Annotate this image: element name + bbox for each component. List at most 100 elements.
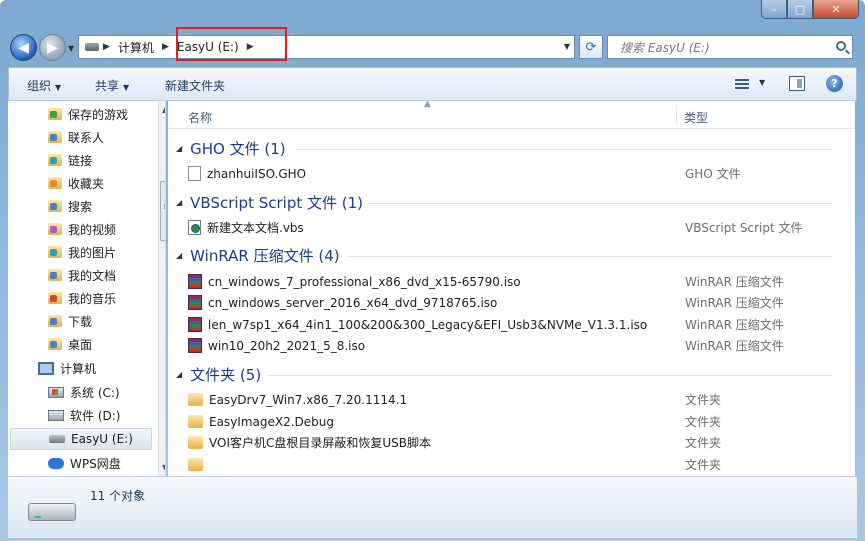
minimize-button[interactable]: –: [761, 0, 787, 19]
new-folder-button[interactable]: 新建文件夹: [165, 77, 225, 94]
collapse-arrow-icon[interactable]: ◢: [176, 144, 182, 153]
sidebar-item-drive-c[interactable]: 系统 (C:): [48, 381, 120, 403]
details-pane: 11 个对象: [8, 476, 857, 538]
file-type: VBScript Script 文件: [685, 221, 803, 235]
sidebar-item-label: 收藏夹: [68, 176, 105, 191]
vbscript-file-icon: [188, 220, 201, 235]
navigation-scrollbar[interactable]: ▲ ▼: [158, 101, 165, 476]
sidebar-item-drive-d[interactable]: 软件 (D:): [48, 404, 120, 426]
forward-button[interactable]: ▶: [39, 34, 66, 61]
sidebar-item-videos[interactable]: 我的视频: [48, 218, 116, 240]
sidebar-item-label: 保存的游戏: [68, 107, 129, 122]
sidebar-item-pictures[interactable]: 我的图片: [48, 241, 116, 263]
sidebar-item-desktop[interactable]: 桌面: [48, 333, 92, 355]
sidebar-item-label: 我的图片: [68, 245, 117, 260]
column-divider[interactable]: [676, 105, 677, 125]
scrollbar-thumb[interactable]: [160, 181, 165, 241]
navigation-pane: 保存的游戏 联系人 链接 收藏夹 搜索 我的视频 我的图片 我的文档 我的音乐 …: [8, 101, 166, 476]
sidebar-item-label: 我的视频: [68, 222, 117, 237]
folder-music-icon: [48, 292, 62, 304]
file-type: 文件夹: [685, 393, 722, 407]
explorer-window: – □ ✕ ◀ ▶ ▼ ▶ 计算机 ▶ EasyU (E:) ▶ ▼ ⟳ 搜索 …: [0, 0, 865, 541]
group-title: 文件夹 (5): [190, 365, 262, 384]
collapse-arrow-icon[interactable]: ◢: [176, 370, 182, 379]
group-title: WinRAR 压缩文件 (4): [190, 246, 340, 265]
computer-icon: [38, 361, 54, 375]
chevron-right-icon[interactable]: ▶: [99, 42, 114, 52]
cloud-drive-icon: [48, 457, 64, 469]
file-row[interactable]: win10_20h2_2021_5_8.iso WinRAR 压缩文件: [188, 335, 833, 356]
folder-icon: [188, 393, 203, 406]
file-row[interactable]: zhanhuiISO.GHO GHO 文件: [188, 163, 833, 184]
group-title: VBScript Script 文件 (1): [190, 193, 364, 212]
view-list-icon[interactable]: [735, 77, 749, 91]
share-menu[interactable]: 共享 ▼: [95, 77, 129, 94]
back-button[interactable]: ◀: [10, 34, 37, 61]
sidebar-item-label: 联系人: [68, 130, 105, 145]
folder-search-icon: [48, 200, 62, 212]
drive-icon: [85, 43, 99, 51]
maximize-button[interactable]: □: [787, 0, 813, 19]
scroll-up-arrow-icon[interactable]: ▲: [162, 105, 165, 114]
search-icon[interactable]: [836, 41, 846, 51]
file-type: 文件夹: [685, 458, 722, 472]
folder-icon: [188, 436, 203, 449]
winrar-archive-icon: [188, 317, 202, 332]
sidebar-item-wps-cloud[interactable]: WPS网盘: [48, 452, 121, 474]
chevron-right-icon[interactable]: ▶: [158, 42, 173, 52]
sidebar-item-label: 链接: [68, 153, 93, 168]
group-header-gho[interactable]: ◢ GHO 文件 (1): [176, 137, 286, 159]
column-name-header[interactable]: 名称: [188, 109, 212, 126]
file-type: 文件夹: [685, 436, 722, 450]
address-highlight-box: [176, 27, 287, 61]
sidebar-item-favorites[interactable]: 收藏夹: [48, 172, 104, 194]
help-icon[interactable]: ?: [826, 75, 843, 92]
sidebar-item-links[interactable]: 链接: [48, 149, 92, 171]
group-header-winrar[interactable]: ◢ WinRAR 压缩文件 (4): [176, 244, 340, 266]
address-bar[interactable]: ▶ 计算机 ▶ EasyU (E:) ▶ ▼: [78, 35, 575, 59]
group-divider: [296, 149, 832, 150]
sidebar-item-saved-games[interactable]: 保存的游戏: [48, 103, 128, 125]
file-name: cn_windows_7_professional_x86_dvd_x15-65…: [208, 274, 521, 289]
search-input[interactable]: 搜索 EasyU (E:): [607, 35, 853, 59]
collapse-arrow-icon[interactable]: ◢: [176, 251, 182, 260]
close-button[interactable]: ✕: [813, 0, 859, 19]
organize-menu[interactable]: 组织 ▼: [27, 77, 61, 94]
sidebar-item-computer[interactable]: 计算机: [38, 357, 96, 379]
folder-contacts-icon: [48, 131, 62, 143]
preview-pane-icon[interactable]: [789, 76, 805, 91]
group-header-folders[interactable]: ◢ 文件夹 (5): [176, 363, 261, 385]
file-row[interactable]: VOI客户机C盘根目录屏蔽和恢复USB脚本 文件夹: [188, 432, 833, 453]
file-row[interactable]: 文件夹: [188, 454, 833, 475]
sidebar-item-music[interactable]: 我的音乐: [48, 287, 116, 309]
address-history-dropdown[interactable]: ▼: [564, 42, 570, 51]
group-header-vbscript[interactable]: ◢ VBScript Script 文件 (1): [176, 191, 363, 213]
file-row[interactable]: 新建文本文档.vbs VBScript Script 文件: [188, 217, 833, 238]
collapse-arrow-icon[interactable]: ◢: [176, 198, 182, 207]
breadcrumb-computer[interactable]: 计算机: [114, 36, 158, 58]
folder-links-icon: [48, 154, 62, 166]
file-row[interactable]: cn_windows_server_2016_x64_dvd_9718765.i…: [188, 292, 833, 313]
file-name: win10_20h2_2021_5_8.iso: [208, 338, 366, 353]
file-row[interactable]: cn_windows_7_professional_x86_dvd_x15-65…: [188, 271, 833, 292]
file-row[interactable]: len_w7sp1_x64_4in1_100&200&300_Legacy&EF…: [188, 314, 833, 335]
sidebar-item-search[interactable]: 搜索: [48, 195, 92, 217]
file-row[interactable]: EasyDrv7_Win7.x86_7.20.1114.1 文件夹: [188, 389, 833, 410]
group-title: GHO 文件 (1): [190, 139, 286, 158]
file-name: cn_windows_server_2016_x64_dvd_9718765.i…: [208, 295, 498, 310]
chevron-down-icon[interactable]: ▼: [759, 78, 765, 87]
sidebar-item-contacts[interactable]: 联系人: [48, 126, 104, 148]
file-icon: [188, 166, 201, 181]
folder-icon: [188, 458, 203, 471]
recent-pages-dropdown[interactable]: ▼: [68, 44, 74, 53]
refresh-button[interactable]: ⟳: [579, 35, 603, 59]
sidebar-item-downloads[interactable]: 下载: [48, 310, 92, 332]
refresh-icon: ⟳: [585, 39, 597, 55]
file-row[interactable]: EasyImageX2.Debug 文件夹: [188, 411, 833, 432]
sidebar-item-easyu[interactable]: EasyU (E:): [10, 428, 152, 450]
folder-desktop-icon: [48, 338, 62, 350]
column-type-header[interactable]: 类型: [684, 109, 708, 126]
scroll-down-arrow-icon[interactable]: ▼: [162, 463, 165, 472]
sidebar-item-documents[interactable]: 我的文档: [48, 264, 116, 286]
item-count: 11 个对象: [90, 489, 146, 503]
